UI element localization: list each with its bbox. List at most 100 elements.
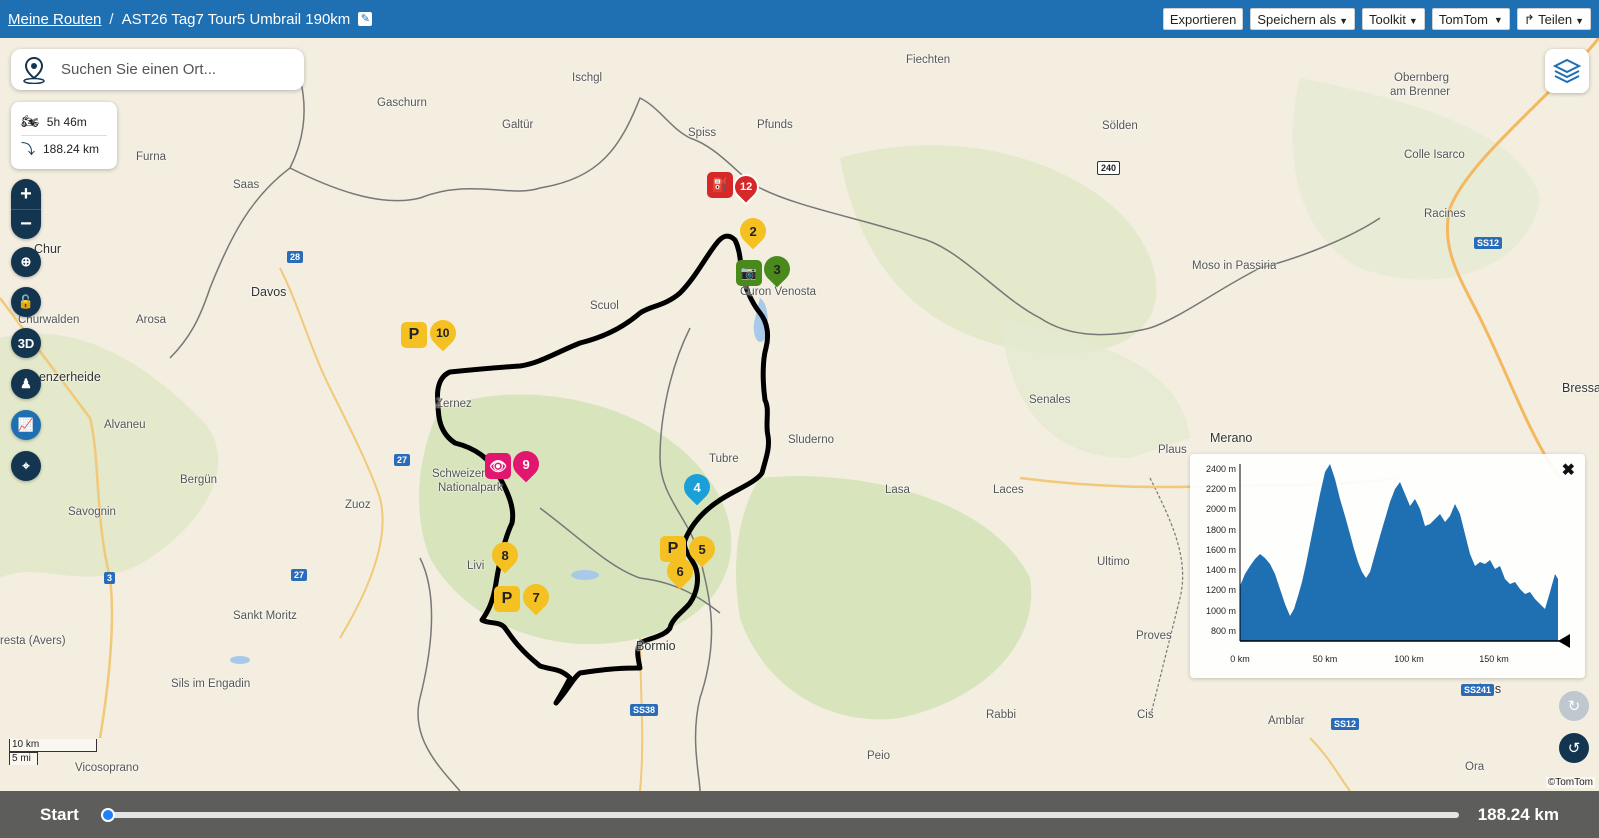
y-tick-label: 1800 m	[1206, 525, 1236, 535]
place-label: Ischgl	[572, 72, 603, 84]
road-shield: SS241	[1461, 684, 1495, 696]
waypoint-number: 7	[532, 589, 540, 605]
export-button[interactable]: Exportieren	[1162, 8, 1244, 30]
place-label: Savognin	[68, 506, 116, 518]
place-label: Livi	[467, 560, 485, 572]
layers-icon	[1552, 58, 1582, 84]
street-view-button[interactable]: ♟	[11, 369, 41, 399]
zoom-control: + −	[11, 179, 41, 239]
toolkit-dropdown[interactable]: Toolkit ▼	[1362, 8, 1425, 30]
map-pin-plus-icon: ⊕	[20, 254, 32, 269]
place-search-box	[11, 49, 304, 90]
road-shield: SS12	[1331, 718, 1360, 730]
place-label: Gaschurn	[377, 97, 427, 109]
add-poi-button[interactable]: ⊕	[11, 247, 41, 277]
3d-view-button[interactable]: 3D	[11, 328, 41, 358]
camera-poi-marker[interactable]: 📷	[736, 260, 762, 286]
provider-select[interactable]: TomTom ▼	[1431, 8, 1510, 30]
elevation-end-marker-icon	[1558, 634, 1570, 648]
parking-marker[interactable]: P	[401, 322, 427, 348]
progress-slider-handle[interactable]	[101, 808, 115, 822]
zoom-in-button[interactable]: +	[11, 179, 41, 209]
place-label: Cis	[1137, 709, 1154, 721]
progress-track[interactable]	[104, 812, 1459, 818]
duration-row: 🏍 5h 46m	[21, 108, 107, 135]
y-tick-label: 1600 m	[1206, 545, 1236, 555]
waypoint-number: 6	[676, 563, 684, 579]
place-label: Merano	[1210, 431, 1253, 445]
y-tick-label: 2400 m	[1206, 464, 1236, 474]
viewpoint-poi-marker[interactable]: 👁	[485, 453, 511, 479]
place-label: Racines	[1424, 208, 1466, 220]
location-search-icon	[23, 56, 45, 84]
edit-title-icon[interactable]: ✎	[358, 12, 373, 26]
toolbar-actions: Exportieren Speichern als ▼ Toolkit ▼ TomT…	[1162, 8, 1591, 30]
waypoint-number: 8	[501, 547, 509, 563]
zoom-out-button[interactable]: −	[11, 209, 41, 239]
place-label: Lasa	[885, 484, 910, 496]
place-label: Plaus	[1158, 444, 1187, 456]
place-label: Galtür	[502, 119, 534, 131]
refresh-button[interactable]: ↻	[1559, 691, 1589, 721]
breadcrumb-my-routes-link[interactable]: Meine Routen	[8, 11, 101, 28]
waypoint-number: 3	[773, 261, 781, 277]
place-label: Curon Venosta	[740, 286, 817, 298]
place-label: Laces	[993, 484, 1024, 496]
place-label: Saas	[233, 179, 260, 191]
place-label: Spiss	[688, 127, 717, 139]
parking-marker[interactable]: P	[494, 586, 520, 612]
share-label: Teilen	[1538, 12, 1573, 27]
place-label: Amblar	[1268, 715, 1305, 727]
place-label: Arosa	[136, 314, 167, 326]
place-label: Senales	[1029, 394, 1071, 406]
waypoint-number: 12	[739, 181, 753, 193]
reset-rotation-button[interactable]: ↺	[1559, 733, 1589, 763]
place-label: Lenzerheide	[32, 370, 101, 384]
x-tick-label: 0 km	[1230, 654, 1250, 664]
provider-label: TomTom	[1438, 12, 1488, 27]
waypoint-number: 5	[698, 541, 706, 557]
scale-imperial: 5 mi	[9, 752, 38, 765]
place-label: Colle Isarco	[1404, 149, 1465, 161]
elevation-profile-panel: ✖ 2400 m 2200 m 2000 m 1800 m 1600 m 140…	[1190, 454, 1585, 678]
route-duration: 5h 46m	[46, 114, 87, 129]
place-label: Nationalpark	[438, 482, 503, 494]
chart-icon: 📈	[17, 417, 35, 432]
route-stats-panel: 🏍 5h 46m ⤵ 188.24 km	[11, 102, 117, 169]
elevation-area	[1240, 464, 1558, 641]
map-layers-button[interactable]	[1545, 49, 1589, 93]
motorcycle-icon: 🏍	[21, 113, 39, 129]
lock-button[interactable]: 🔓	[11, 287, 41, 317]
route-distance-icon: ⤵	[21, 141, 35, 157]
place-label: Fiechten	[906, 54, 951, 66]
lock-icon: 🔓	[17, 294, 35, 309]
place-label: Bormio	[636, 639, 676, 653]
3d-label: 3D	[17, 335, 35, 351]
crosshair-icon: ⌖	[22, 458, 30, 473]
share-dropdown[interactable]: ↱ Teilen ▼	[1516, 8, 1591, 30]
caret-down-icon: ▼	[1339, 16, 1349, 26]
scale-metric: 10 km	[9, 739, 97, 752]
search-input[interactable]	[61, 61, 281, 78]
elevation-chart-button[interactable]: 📈	[11, 410, 41, 440]
breadcrumb: Meine Routen / AST26 Tag7 Tour5 Umbrail …	[8, 11, 373, 28]
close-elevation-button[interactable]: ✖	[1562, 460, 1575, 480]
map-canvas[interactable]: Ischgl Fiechten Obernberg am Brenner Gas…	[0, 38, 1599, 791]
fuel-station-marker[interactable]: ⛽	[707, 172, 733, 198]
locate-me-button[interactable]: ⌖	[11, 451, 41, 481]
place-label: Ultimo	[1097, 556, 1130, 568]
place-label: Peio	[867, 750, 891, 762]
waypoint-number: 2	[749, 223, 757, 239]
place-label: Davos	[251, 285, 287, 299]
x-tick-label: 50 km	[1313, 654, 1338, 664]
place-label: Ora	[1465, 761, 1485, 773]
caret-down-icon: ▼	[1408, 16, 1418, 26]
waypoint-number: 9	[522, 456, 530, 472]
refresh-icon: ↻	[1567, 698, 1581, 715]
x-tick-label: 100 km	[1394, 654, 1424, 664]
rotate-ccw-icon: ↺	[1567, 740, 1581, 757]
place-label: Bressan	[1562, 381, 1599, 395]
save-as-dropdown[interactable]: Speichern als ▼	[1250, 8, 1356, 30]
place-label: Tubre	[709, 453, 739, 465]
road-shield: 3	[104, 572, 116, 584]
